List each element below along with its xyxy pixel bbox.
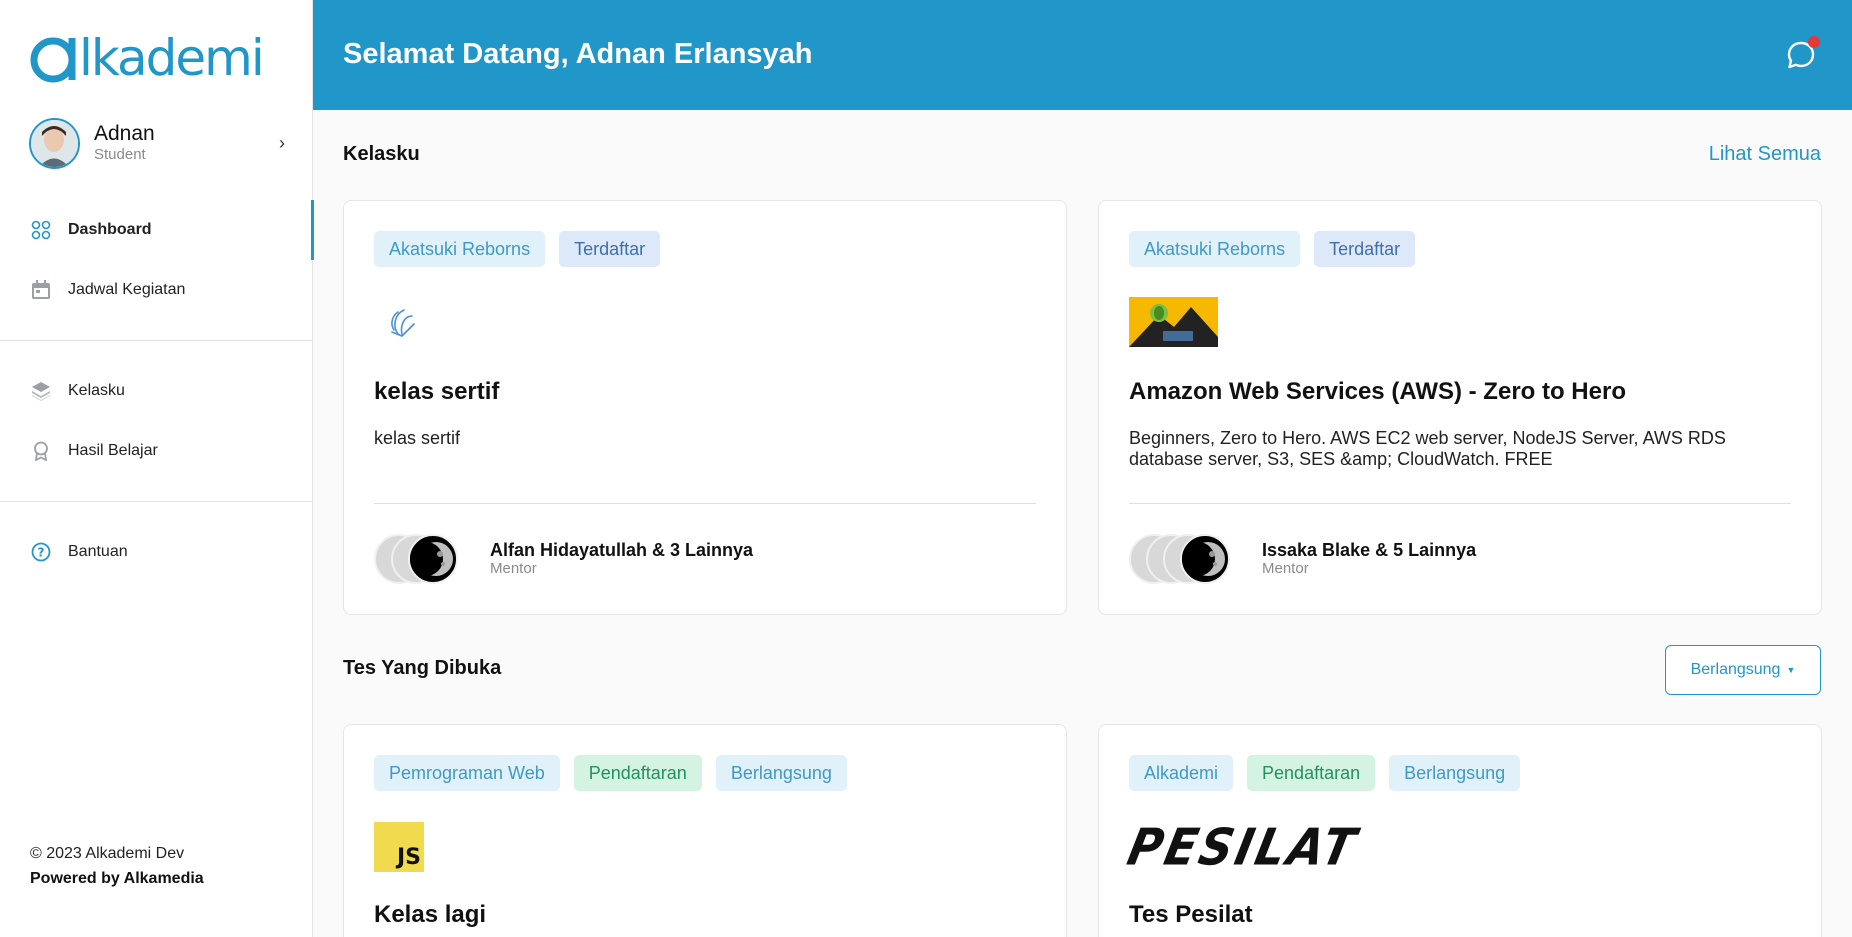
nav-divider xyxy=(0,340,313,341)
award-icon xyxy=(31,441,51,461)
nav-divider xyxy=(0,501,313,502)
tag-status: Terdaftar xyxy=(559,231,661,267)
tag-status: Berlangsung xyxy=(715,755,847,791)
filter-label: Berlangsung xyxy=(1690,661,1781,678)
sidebar: lkademi Adnan Student › Dashboard Jadwal… xyxy=(0,0,314,937)
tag-group: Akatsuki Reborns xyxy=(1129,231,1301,267)
tag-category: Pemrograman Web xyxy=(374,755,560,791)
caret-down-icon: ▼ xyxy=(1786,665,1796,675)
sidebar-item-label: Bantuan xyxy=(68,543,128,560)
mentor-role: Mentor xyxy=(1262,560,1309,577)
class-title: kelas sertif xyxy=(374,378,500,405)
grid-icon xyxy=(31,220,51,240)
mentor-avatar xyxy=(1180,534,1230,584)
sidebar-item-label: Hasil Belajar xyxy=(68,442,158,459)
tag-status: Terdaftar xyxy=(1314,231,1416,267)
secondary-nav: Kelasku Hasil Belajar xyxy=(0,361,313,481)
tag-status: Berlangsung xyxy=(1389,755,1521,791)
test-card[interactable]: Pemrograman Web Pendaftaran Berlangsung … xyxy=(343,724,1067,937)
profile-name: Adnan xyxy=(94,122,155,145)
pesilat-logo: PESILAT xyxy=(1123,817,1364,876)
logo-text: lkademi xyxy=(79,29,265,87)
mentor-name: Alfan Hidayatullah & 3 Lainnya xyxy=(490,540,754,560)
class-card[interactable]: Akatsuki Reborns Terdaftar kelas sertif … xyxy=(343,200,1067,615)
top-header: Selamat Datang, Adnan Erlansyah xyxy=(313,0,1852,110)
js-logo-text: JS xyxy=(396,845,421,870)
welcome-title: Selamat Datang, Adnan Erlansyah xyxy=(343,38,813,70)
card-divider xyxy=(374,503,1036,504)
mentor-row: Alfan Hidayatullah & 3 Lainnya Mentor xyxy=(374,534,753,584)
test-title: Kelas lagi xyxy=(374,901,487,928)
test-card[interactable]: Alkademi Pendaftaran Berlangsung PESILAT… xyxy=(1098,724,1822,937)
alpha-logo-icon xyxy=(29,32,81,84)
javascript-logo: JS xyxy=(374,822,424,872)
mentor-row: Issaka Blake & 5 Lainnya Mentor xyxy=(1129,534,1476,584)
card-divider xyxy=(1129,503,1791,504)
course-banner-image xyxy=(1129,297,1218,352)
layers-icon xyxy=(31,381,51,401)
pesilat-logo-text: PESILAT xyxy=(1122,817,1364,877)
sidebar-item-hasil-belajar[interactable]: Hasil Belajar xyxy=(0,421,313,481)
status-filter-dropdown[interactable]: Berlangsung ▼ xyxy=(1665,645,1821,695)
sidebar-item-jadwal-kegiatan[interactable]: Jadwal Kegiatan xyxy=(0,260,313,320)
tag-phase: Pendaftaran xyxy=(573,755,702,791)
sidebar-item-label: Jadwal Kegiatan xyxy=(68,281,186,298)
help-nav: ? Bantuan xyxy=(0,522,313,582)
avatar xyxy=(29,117,80,169)
tag-group: Akatsuki Reborns xyxy=(374,231,546,267)
mentor-name: Issaka Blake & 5 Lainnya xyxy=(1262,540,1477,560)
test-title: Tes Pesilat xyxy=(1129,901,1253,928)
tag-list: Pemrograman Web Pendaftaran Berlangsung xyxy=(374,755,847,791)
chevron-right-icon: › xyxy=(279,133,285,153)
sidebar-item-bantuan[interactable]: ? Bantuan xyxy=(0,522,313,582)
profile-card[interactable]: Adnan Student › xyxy=(29,117,285,169)
mentor-avatars xyxy=(1129,534,1248,584)
tag-phase: Pendaftaran xyxy=(1247,755,1376,791)
sidebar-item-label: Kelasku xyxy=(68,382,125,399)
powered-by-text: Powered by Alkamedia xyxy=(30,870,204,887)
chat-notification-button[interactable] xyxy=(1786,36,1820,70)
class-title: Amazon Web Services (AWS) - Zero to Hero xyxy=(1129,378,1626,405)
sidebar-item-dashboard[interactable]: Dashboard xyxy=(0,200,314,260)
section-title-kelasku: Kelasku xyxy=(343,143,420,165)
tag-list: Alkademi Pendaftaran Berlangsung xyxy=(1129,755,1521,791)
wave-icon xyxy=(374,294,426,349)
primary-nav: Dashboard Jadwal Kegiatan xyxy=(0,200,314,320)
class-description: kelas sertif xyxy=(374,428,461,448)
sidebar-item-kelasku[interactable]: Kelasku xyxy=(0,361,313,421)
see-all-link[interactable]: Lihat Semua xyxy=(1709,143,1821,166)
alkademi-logo[interactable]: lkademi xyxy=(29,28,265,88)
tag-list: Akatsuki Reborns Terdaftar xyxy=(1129,231,1416,267)
class-card[interactable]: Akatsuki Reborns Terdaftar Amazon Web Se… xyxy=(1098,200,1822,615)
notification-dot xyxy=(1808,36,1820,48)
mentor-avatar xyxy=(408,534,458,584)
section-title-tests: Tes Yang Dibuka xyxy=(343,657,502,679)
profile-role: Student xyxy=(94,146,146,163)
tag-list: Akatsuki Reborns Terdaftar xyxy=(374,231,661,267)
class-description: Beginners, Zero to Hero. AWS EC2 web ser… xyxy=(1129,428,1726,469)
sidebar-item-label: Dashboard xyxy=(68,221,152,238)
svg-text:?: ? xyxy=(38,546,45,560)
help-circle-icon: ? xyxy=(31,542,51,562)
copyright-text: © 2023 Alkademi Dev xyxy=(30,845,185,862)
calendar-icon xyxy=(31,280,51,300)
mentor-avatars xyxy=(374,534,476,584)
mentor-role: Mentor xyxy=(490,560,537,577)
tag-category: Alkademi xyxy=(1129,755,1234,791)
